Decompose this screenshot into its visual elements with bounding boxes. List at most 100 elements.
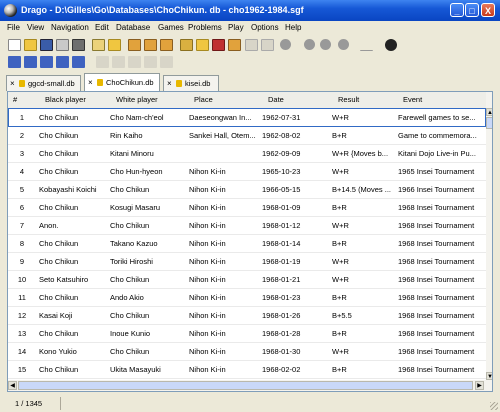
first-move-icon[interactable] [8, 56, 21, 68]
close-tab-icon[interactable]: × [10, 79, 15, 88]
table-row[interactable]: 1 Cho Chikun Cho Nam-ch'eol Daeseongwan In.… [8, 108, 486, 127]
markup-angle-icon[interactable] [360, 39, 373, 51]
table-row[interactable]: 5 Kobayashi Koichi Cho Chikun Nihon Ki-in 19… [8, 180, 486, 199]
open-folder-icon[interactable] [24, 39, 37, 51]
cell-number: 8 [19, 239, 25, 248]
table-row[interactable]: 14 Kono Yukio Cho Chikun Nihon Ki-in 1968-01… [8, 342, 486, 361]
table-row[interactable]: 13 Cho Chikun Inoue Kunio Nihon Ki-in 1968-0… [8, 324, 486, 343]
next-move-icon[interactable] [40, 56, 53, 68]
next-variation-icon[interactable] [128, 56, 141, 68]
table-row[interactable]: 12 Kasai Koji Cho Chikun Nihon Ki-in 1968-01… [8, 306, 486, 325]
previous-move-icon[interactable] [24, 56, 37, 68]
redo-icon[interactable] [261, 39, 274, 51]
tab-ggcd-small[interactable]: × ggcd-small.db [6, 75, 81, 91]
last-variation-icon[interactable] [144, 56, 157, 68]
table-row[interactable]: 10 Seto Katsuhiro Cho Chikun Nihon Ki-in 196… [8, 270, 486, 289]
column-header-place[interactable]: Place [194, 95, 213, 104]
column-header-black-player[interactable]: Black player [45, 95, 86, 104]
table-row[interactable]: 7 Anon. Cho Chikun Nihon Ki-in 1968-01-12 W+R… [8, 216, 486, 235]
save-disk-icon[interactable] [40, 39, 53, 51]
cell-white-player: Cho Chikun [110, 311, 150, 320]
menu-file[interactable]: File [7, 23, 20, 32]
table-row[interactable]: 6 Cho Chikun Kosugi Masaru Nihon Ki-in 1968-… [8, 198, 486, 217]
menu-help[interactable]: Help [285, 23, 301, 32]
game-info-icon[interactable] [92, 39, 105, 51]
window-title: Drago - D:\Gilles\Go\Databases\ChoChikun… [21, 5, 304, 15]
db-folder-icon[interactable] [196, 39, 209, 51]
list-columns-icon[interactable] [144, 39, 157, 51]
menu-navigation[interactable]: Navigation [51, 23, 89, 32]
end-variation-icon[interactable] [160, 56, 173, 68]
table-row[interactable]: 4 Cho Chikun Cho Hun-hyeon Nihon Ki-in 1965-… [8, 162, 486, 181]
horizontal-scrollbar[interactable]: ◀ ▶ [8, 380, 492, 391]
table-row[interactable]: 8 Cho Chikun Takano Kazuo Nihon Ki-in 1968-0… [8, 234, 486, 253]
db-export-icon[interactable] [228, 39, 241, 51]
black-stone-icon[interactable] [280, 39, 291, 50]
scroll-right-icon[interactable]: ▶ [475, 381, 484, 390]
print-icon[interactable] [56, 39, 69, 51]
scroll-down-icon[interactable]: ▼ [486, 372, 492, 380]
database-icon [97, 79, 103, 86]
cell-result: B+R [332, 131, 347, 140]
save-all-icon[interactable] [72, 39, 85, 51]
cell-white-player: Kitani Minoru [110, 149, 154, 158]
horizontal-scroll-thumb[interactable] [18, 381, 473, 390]
menu-options[interactable]: Options [251, 23, 279, 32]
tab-label: ggcd-small.db [28, 79, 75, 88]
open-database-icon[interactable] [108, 39, 121, 51]
column-header-number[interactable]: # [13, 95, 17, 104]
close-tab-icon[interactable]: × [88, 78, 93, 87]
menu-view[interactable]: View [27, 23, 44, 32]
main-toolbar [0, 37, 500, 53]
menu-problems[interactable]: Problems [188, 23, 222, 32]
close-tab-icon[interactable]: × [167, 79, 172, 88]
last-move-icon[interactable] [72, 56, 85, 68]
cell-event: 1968 Insei Tournament [398, 221, 475, 230]
table-row[interactable]: 3 Cho Chikun Kitani Minoru 1962-09-09 W+R {M… [8, 144, 486, 163]
scroll-up-icon[interactable]: ▲ [486, 108, 492, 116]
setup-stone-icon[interactable] [338, 39, 349, 50]
resize-grip[interactable] [490, 402, 498, 410]
cell-date: 1968-01-21 [262, 275, 301, 284]
column-header-date[interactable]: Date [268, 95, 284, 104]
table-row[interactable]: 2 Cho Chikun Rin Kaiho Sankei Hall, Otem...… [8, 126, 486, 145]
column-header-white-player[interactable]: White player [116, 95, 158, 104]
tab-chochikun[interactable]: × ChoChikun.db [84, 73, 160, 91]
new-file-icon[interactable] [8, 39, 21, 51]
first-variation-icon[interactable] [96, 56, 109, 68]
tab-label: ChoChikun.db [106, 78, 154, 87]
list-sort-icon[interactable] [160, 39, 173, 51]
cell-date: 1962-08-02 [262, 131, 301, 140]
menu-database[interactable]: Database [116, 23, 150, 32]
table-row[interactable]: 11 Cho Chikun Ando Akio Nihon Ki-in 1968-01-… [8, 288, 486, 307]
maximize-button[interactable]: □ [465, 3, 479, 17]
table-row[interactable]: 15 Cho Chikun Ukita Masayuki Nihon Ki-in 196… [8, 360, 486, 379]
table-row[interactable]: 9 Cho Chikun Toriki Hiroshi Nihon Ki-in 1968… [8, 252, 486, 271]
vertical-scrollbar[interactable]: ▲ ▼ [486, 92, 492, 380]
alternate-stone-icon[interactable] [320, 39, 331, 50]
list-icon[interactable] [128, 39, 141, 51]
white-stone-icon[interactable] [304, 39, 315, 50]
database-icon [19, 80, 25, 87]
cell-number: 4 [19, 167, 25, 176]
menu-games[interactable]: Games [158, 23, 184, 32]
menu-play[interactable]: Play [228, 23, 244, 32]
cell-result: W+R [332, 113, 349, 122]
previous-variation-icon[interactable] [112, 56, 125, 68]
menu-edit[interactable]: Edit [95, 23, 109, 32]
column-header-event[interactable]: Event [403, 95, 422, 104]
cell-white-player: Kosugi Masaru [110, 203, 161, 212]
fast-forward-icon[interactable] [56, 56, 69, 68]
search-db-icon[interactable] [180, 39, 193, 51]
close-button[interactable]: X [481, 3, 495, 17]
scroll-thumb[interactable] [486, 117, 492, 129]
cell-date: 1968-01-19 [262, 257, 301, 266]
column-header-result[interactable]: Result [338, 95, 359, 104]
delete-db-icon[interactable] [212, 39, 225, 51]
minimize-button[interactable]: _ [450, 3, 464, 17]
cell-white-player: Ando Akio [110, 293, 144, 302]
undo-icon[interactable] [245, 39, 258, 51]
scroll-left-icon[interactable]: ◀ [8, 381, 17, 390]
tab-kisei[interactable]: × kisei.db [163, 75, 219, 91]
engine-icon[interactable] [385, 39, 397, 51]
